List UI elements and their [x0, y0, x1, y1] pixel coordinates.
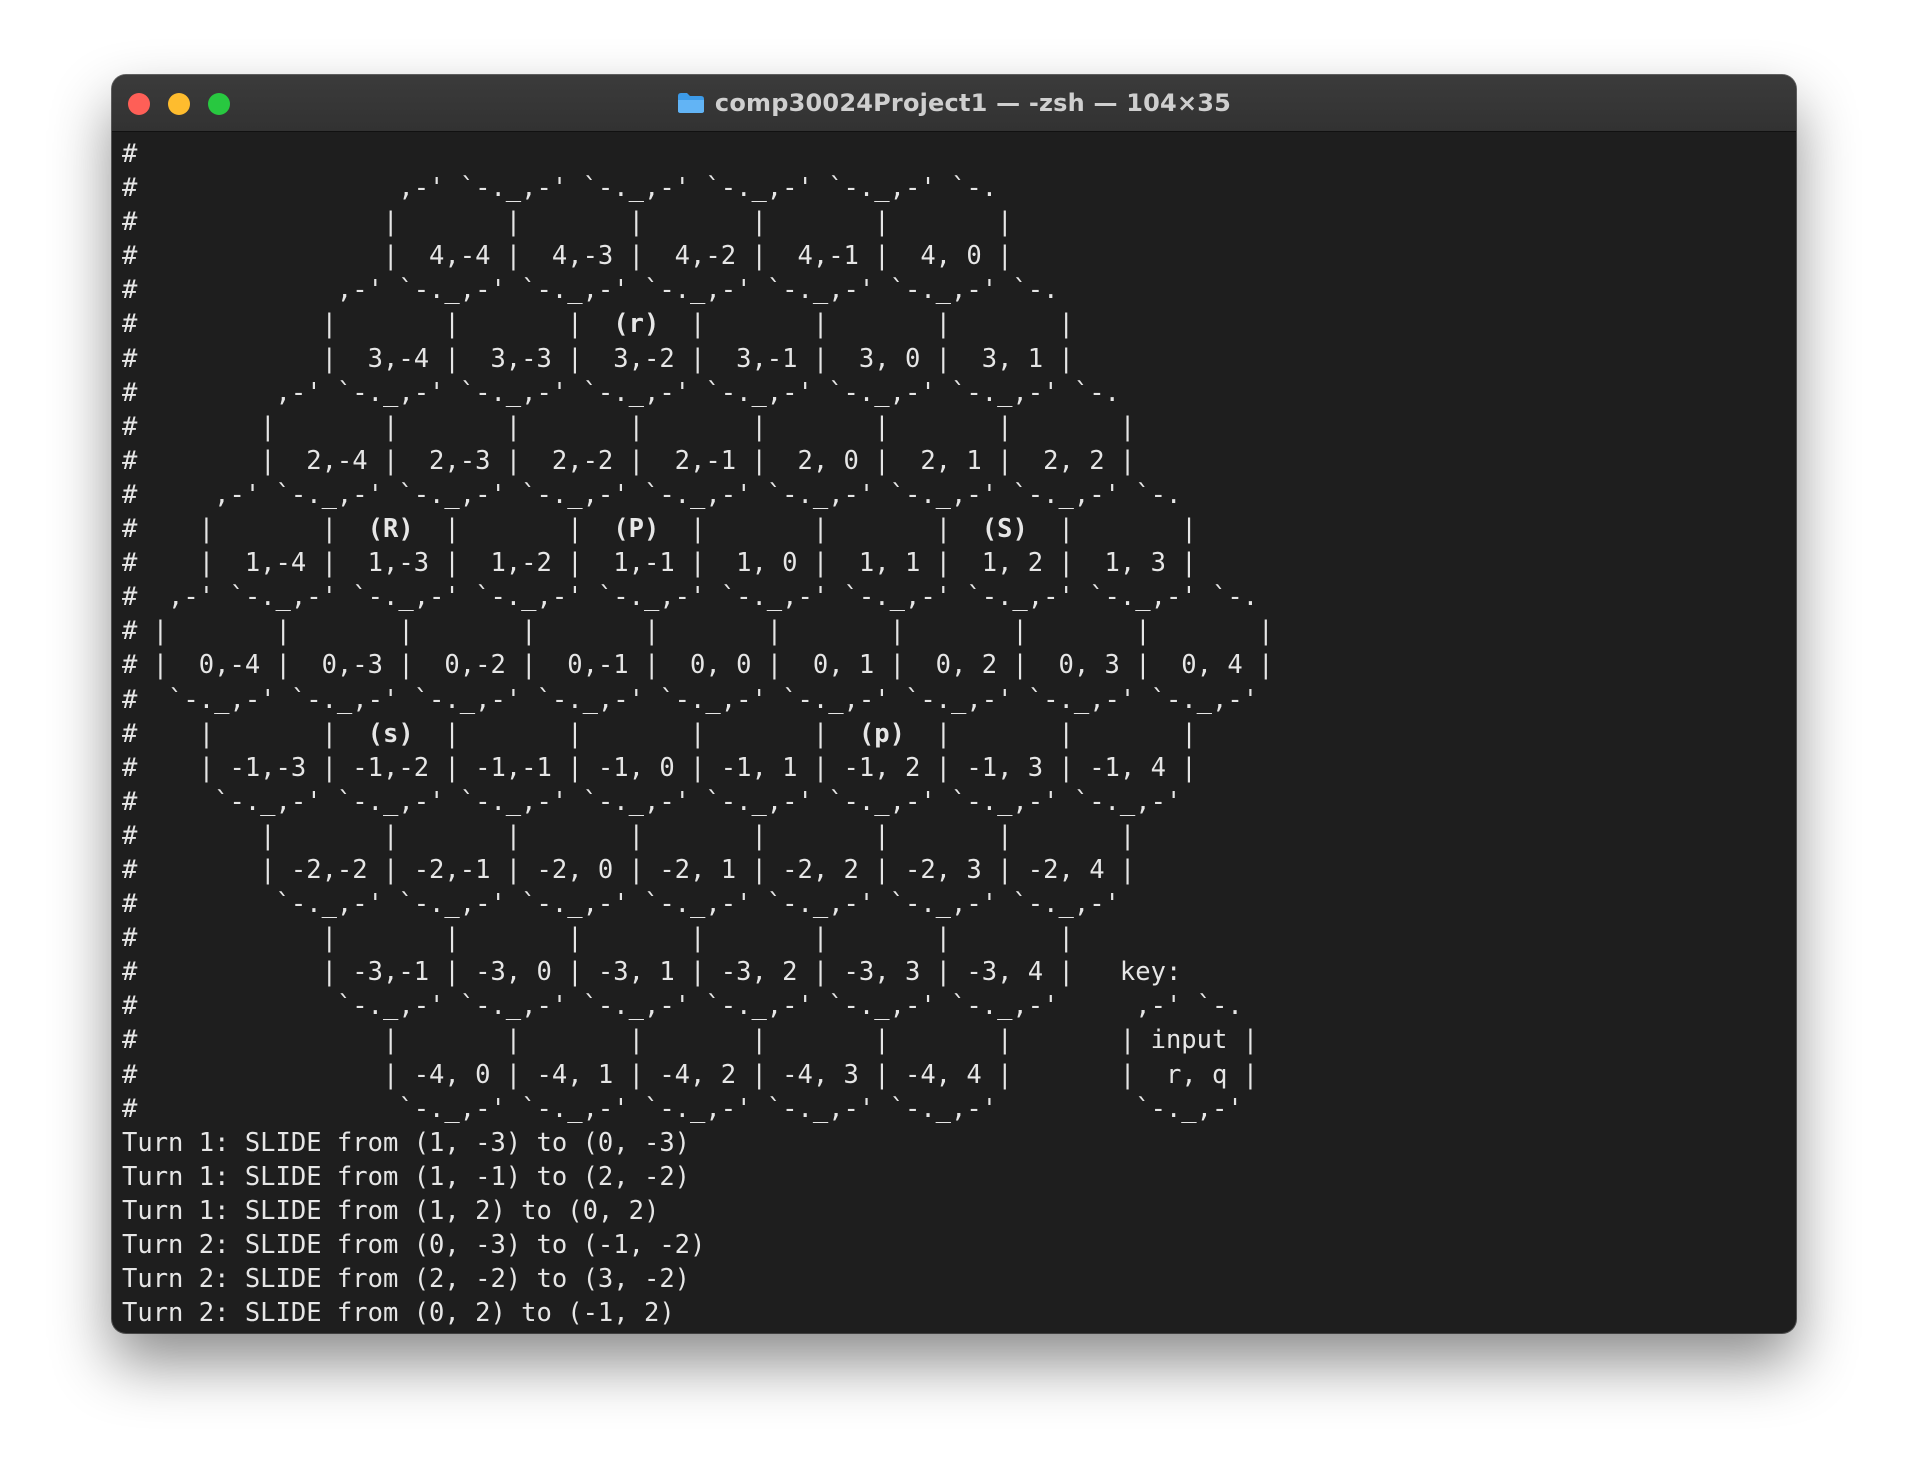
move-log-line: Turn 2: SLIDE from (0, -3) to (-1, -2) — [122, 1230, 706, 1260]
move-log-line: Turn 1: SLIDE from (1, -1) to (2, -2) — [122, 1161, 691, 1192]
board-line: # ,-' `-._,-' `-._,-' `-._,-' `-._,-' `-… — [122, 377, 1120, 408]
board-line: # | -3,-1 | -3, 0 | -3, 1 | -3, 2 | -3, … — [122, 957, 1182, 988]
board-line: # | | | | | | | | | | — [122, 616, 1274, 647]
window-title: comp30024Project1 — -zsh — 104×35 — [714, 89, 1232, 117]
board-line: # `-._,-' `-._,-' `-._,-' `-._,-' `-._,-… — [122, 684, 1259, 715]
board-line: # | 3,-4 | 3,-3 | 3,-2 | 3,-1 | 3, 0 | 3… — [122, 343, 1074, 374]
board-line: # ,-' `-._,-' `-._,-' `-._,-' `-._,-' `-… — [122, 173, 998, 204]
board-line: # | -4, 0 | -4, 1 | -4, 2 | -4, 3 | -4, … — [122, 1059, 1259, 1090]
board-line: # | | (s) | | | | (p) | | | — [122, 718, 1197, 749]
folder-icon — [677, 92, 705, 114]
board-line: # | 2,-4 | 2,-3 | 2,-2 | 2,-1 | 2, 0 | 2… — [122, 445, 1136, 476]
terminal-window: comp30024Project1 — -zsh — 104×35 # # ,-'… — [112, 75, 1796, 1333]
board-line: # | | | | | | | — [122, 923, 1074, 954]
board-line: # `-._,-' `-._,-' `-._,-' `-._,-' `-._,-… — [122, 786, 1182, 817]
board-line: # | | | | | | — [122, 207, 1013, 238]
board-line: # | | (R) | | (P) | | | (S) | | — [122, 514, 1197, 545]
board-line: # | -2,-2 | -2,-1 | -2, 0 | -2, 1 | -2, … — [122, 854, 1136, 885]
move-log-line: Turn 1: SLIDE from (1, 2) to (0, 2) — [122, 1195, 660, 1226]
board-line: # | -1,-3 | -1,-2 | -1,-1 | -1, 0 | -1, … — [122, 752, 1197, 783]
move-log-line: Turn 1: SLIDE from (1, -3) to (0, -3) — [122, 1127, 691, 1158]
board-line: # ,-' `-._,-' `-._,-' `-._,-' `-._,-' `-… — [122, 479, 1182, 510]
move-log-line: Turn 2: SLIDE from (2, -2) to (3, -2) — [122, 1264, 691, 1295]
board-line: # ,-' `-._,-' `-._,-' `-._,-' `-._,-' `-… — [122, 275, 1059, 306]
board-line: # | | | (r) | | | | — [122, 309, 1074, 340]
board-line: # `-._,-' `-._,-' `-._,-' `-._,-' `-._,-… — [122, 1093, 1243, 1124]
board-line: # | | | | | | | | — [122, 411, 1136, 442]
board-line: # | 0,-4 | 0,-3 | 0,-2 | 0,-1 | 0, 0 | 0… — [122, 650, 1274, 681]
board-line: # | | | | | | | input | — [122, 1025, 1259, 1056]
move-log-line: Turn 2: SLIDE from (0, 2) to (-1, 2) — [122, 1298, 675, 1329]
board-line: # | 4,-4 | 4,-3 | 4,-2 | 4,-1 | 4, 0 | — [122, 241, 1013, 272]
board-line: # — [122, 139, 138, 169]
title-bar[interactable]: comp30024Project1 — -zsh — 104×35 — [112, 75, 1796, 132]
window-title-group: comp30024Project1 — -zsh — 104×35 — [112, 75, 1796, 131]
terminal-output[interactable]: # # ,-' `-._,-' `-._,-' `-._,-' `-._,-' `… — [122, 137, 1786, 1333]
board-line: # | 1,-4 | 1,-3 | 1,-2 | 1,-1 | 1, 0 | 1… — [122, 548, 1197, 579]
board-line: # `-._,-' `-._,-' `-._,-' `-._,-' `-._,-… — [122, 889, 1120, 920]
board-line: # | | | | | | | | — [122, 820, 1136, 851]
board-line: # ,-' `-._,-' `-._,-' `-._,-' `-._,-' `-… — [122, 582, 1259, 613]
board-line: # `-._,-' `-._,-' `-._,-' `-._,-' `-._,-… — [122, 991, 1243, 1022]
